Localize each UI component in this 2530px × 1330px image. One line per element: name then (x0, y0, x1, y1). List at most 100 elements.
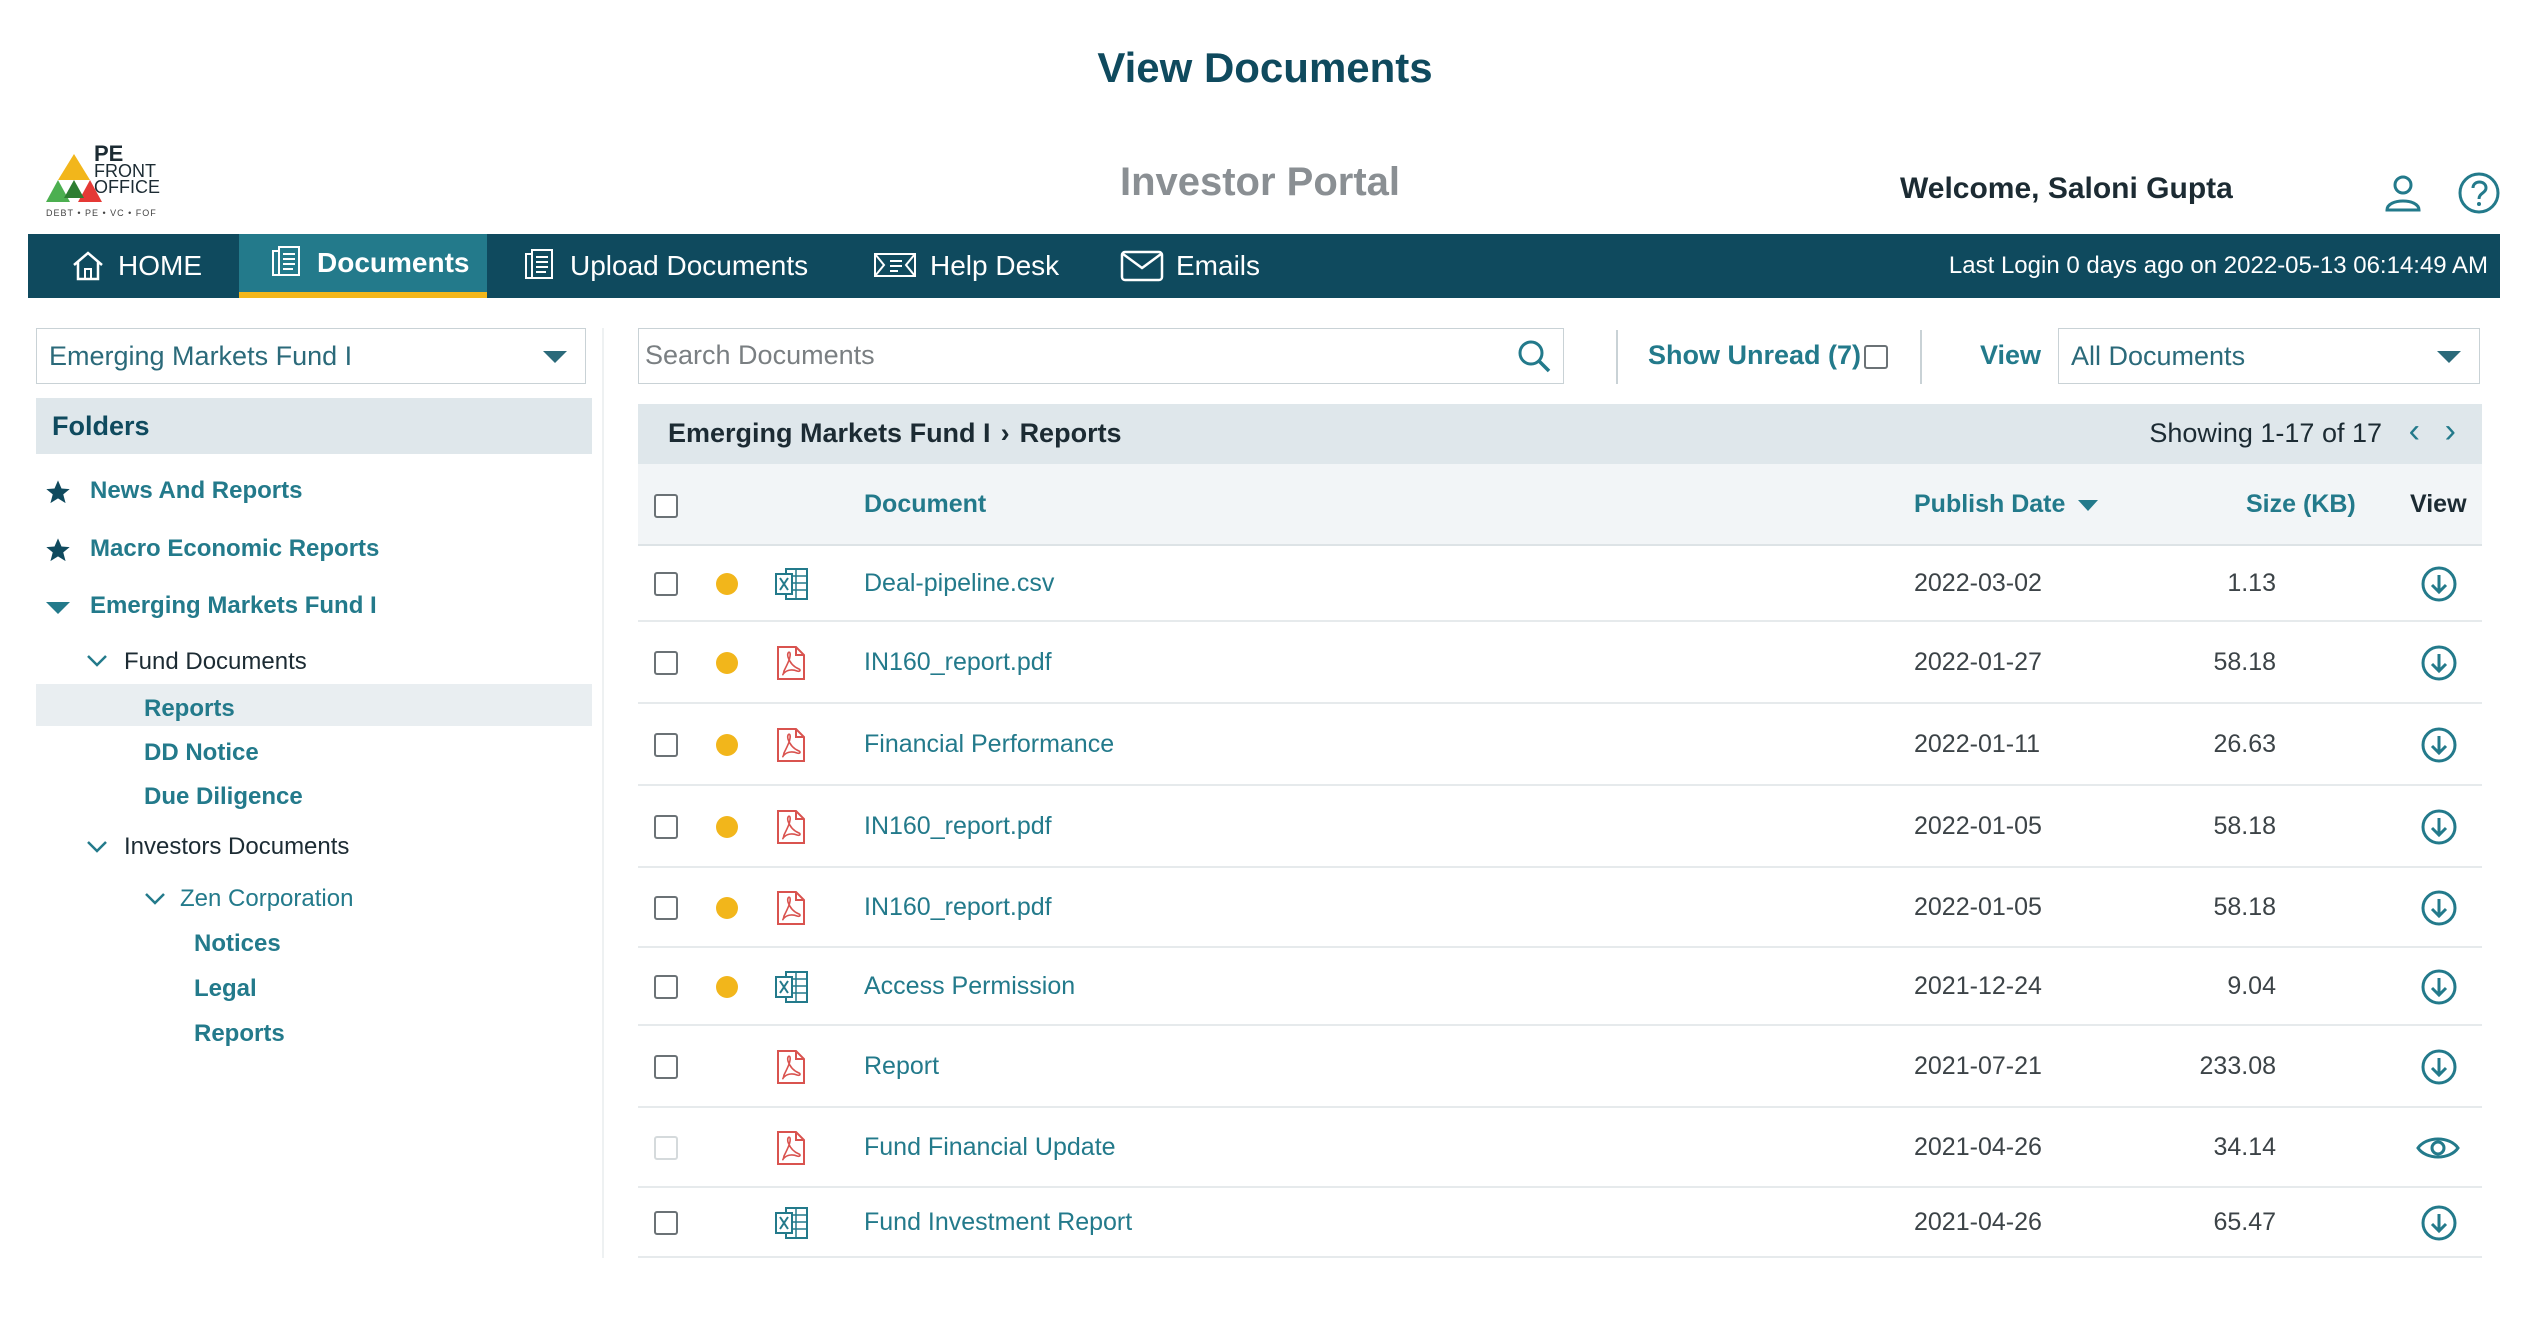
document-name-link[interactable]: Deal-pipeline.csv (864, 569, 1054, 598)
tree-item-notices[interactable]: Notices (194, 930, 281, 958)
file-size: 9.04 (2227, 972, 2276, 1000)
column-size[interactable]: Size (KB) (2246, 490, 2356, 519)
document-name-link[interactable]: Fund Investment Report (864, 1208, 1132, 1237)
nav-emails-label: Emails (1176, 250, 1261, 281)
row-checkbox[interactable] (654, 733, 678, 757)
star-icon (46, 538, 70, 562)
document-name-link[interactable]: Fund Financial Update (864, 1133, 1116, 1162)
breadcrumb-bar: Emerging Markets Fund I › Reports Showing … (638, 404, 2482, 464)
row-checkbox[interactable] (654, 572, 678, 596)
tree-item-investors-documents[interactable]: Investors Documents (124, 833, 349, 861)
tree-item-dd-notice[interactable]: DD Notice (144, 739, 259, 767)
toolbar-divider (1616, 330, 1618, 384)
tree-item-news-and-reports[interactable]: News And Reports (90, 477, 302, 505)
document-name-link[interactable]: IN160_report.pdf (864, 648, 1052, 677)
unread-dot (716, 816, 738, 838)
download-icon[interactable] (2420, 1048, 2458, 1091)
download-icon[interactable] (2420, 565, 2458, 608)
caret-down-icon[interactable] (46, 600, 70, 616)
caret-down-icon (2437, 351, 2461, 363)
tree-item-fund-documents[interactable]: Fund Documents (124, 648, 307, 676)
download-icon[interactable] (2420, 726, 2458, 769)
table-row[interactable]: Fund Investment Report 2021-04-26 65.47 (638, 1188, 2482, 1258)
file-size: 34.14 (2213, 1133, 2276, 1161)
help-icon[interactable] (2456, 170, 2502, 216)
document-name-link[interactable]: Report (864, 1052, 939, 1081)
download-icon[interactable] (2420, 968, 2458, 1011)
fund-select[interactable]: Emerging Markets Fund I (36, 328, 586, 384)
pe-front-office-logo[interactable]: PE FRONT OFFICE DEBT • PE • VC • FOF (46, 143, 206, 226)
breadcrumb-fund[interactable]: Emerging Markets Fund I (668, 418, 991, 448)
row-checkbox[interactable] (654, 815, 678, 839)
publish-date: 2021-04-26 (1914, 1133, 2042, 1161)
table-row[interactable]: Financial Performance 2022-01-11 26.63 (638, 704, 2482, 786)
star-icon (46, 480, 70, 504)
column-view: View (2410, 490, 2467, 518)
show-unread-label[interactable]: Show Unread (7) (1648, 340, 1861, 371)
row-checkbox[interactable] (654, 975, 678, 999)
row-checkbox[interactable] (654, 1211, 678, 1235)
tree-item-reports[interactable]: Reports (194, 1020, 285, 1048)
table-row[interactable]: Access Permission 2021-12-24 9.04 (638, 948, 2482, 1026)
pdf-file-icon (774, 809, 808, 850)
eye-icon[interactable] (2416, 1132, 2460, 1169)
row-checkbox[interactable] (654, 651, 678, 675)
chevron-down-icon[interactable] (86, 654, 108, 668)
download-icon[interactable] (2420, 808, 2458, 851)
next-page-icon[interactable]: › (2445, 414, 2456, 448)
publish-date: 2021-12-24 (1914, 972, 2042, 1000)
tree-item-emerging-markets-fund[interactable]: Emerging Markets Fund I (90, 592, 377, 620)
publish-date: 2022-01-05 (1914, 893, 2042, 921)
download-icon[interactable] (2420, 1204, 2458, 1247)
nav-home[interactable]: HOME (70, 234, 202, 298)
row-checkbox[interactable] (654, 1055, 678, 1079)
nav-upload-documents-label: Upload Documents (570, 250, 809, 281)
document-name-link[interactable]: Financial Performance (864, 730, 1114, 759)
nav-emails[interactable]: Emails (1120, 234, 1260, 298)
table-header: Document Publish Date Size (KB) View (638, 464, 2482, 546)
download-icon[interactable] (2420, 644, 2458, 687)
tree-item-due-diligence[interactable]: Due Diligence (144, 783, 303, 811)
table-row[interactable]: Report 2021-07-21 233.08 (638, 1026, 2482, 1108)
nav-help-desk[interactable]: Help Desk (872, 234, 1059, 298)
search-icon[interactable] (1515, 337, 1553, 375)
select-all-checkbox[interactable] (654, 494, 678, 518)
nav-upload-documents[interactable]: Upload Documents (522, 234, 808, 298)
user-icon[interactable] (2380, 170, 2426, 216)
table-row[interactable]: IN160_report.pdf 2022-01-27 58.18 (638, 622, 2482, 704)
row-checkbox[interactable] (654, 896, 678, 920)
document-name-link[interactable]: Access Permission (864, 972, 1075, 1001)
tree-item-macro-economic-reports[interactable]: Macro Economic Reports (90, 535, 379, 563)
chevron-down-icon[interactable] (86, 840, 108, 854)
document-name-link[interactable]: IN160_report.pdf (864, 812, 1052, 841)
table-row[interactable]: Deal-pipeline.csv 2022-03-02 1.13 (638, 546, 2482, 622)
pdf-file-icon (774, 1049, 808, 1090)
tree-item-zen-corporation[interactable]: Zen Corporation (180, 885, 353, 913)
nav-documents[interactable]: Documents (239, 234, 487, 298)
view-select[interactable]: All Documents (2058, 328, 2480, 384)
tree-item-reports-selected[interactable]: Reports (144, 695, 235, 723)
documents-icon (272, 246, 300, 276)
row-checkbox[interactable] (654, 1136, 678, 1160)
unread-dot (716, 652, 738, 674)
table-row[interactable]: IN160_report.pdf 2022-01-05 58.18 (638, 868, 2482, 948)
table-row[interactable]: IN160_report.pdf 2022-01-05 58.18 (638, 786, 2482, 868)
pdf-file-icon (774, 1130, 808, 1171)
chevron-down-icon[interactable] (144, 892, 166, 906)
document-name-link[interactable]: IN160_report.pdf (864, 893, 1052, 922)
excel-file-icon (774, 566, 810, 607)
publish-date: 2022-01-27 (1914, 648, 2042, 676)
tree-item-legal[interactable]: Legal (194, 975, 257, 1003)
portal-title: Investor Portal (1119, 160, 1401, 204)
sort-desc-icon[interactable] (2076, 498, 2100, 514)
column-document[interactable]: Document (864, 490, 986, 519)
logo-line3: OFFICE (94, 177, 160, 197)
download-icon[interactable] (2420, 889, 2458, 932)
prev-page-icon[interactable]: ‹ (2409, 414, 2420, 448)
pdf-file-icon (774, 645, 808, 686)
table-row[interactable]: Fund Financial Update 2021-04-26 34.14 (638, 1108, 2482, 1188)
column-publish-date[interactable]: Publish Date (1914, 490, 2065, 519)
show-unread-checkbox[interactable] (1864, 345, 1888, 369)
search-input[interactable] (643, 329, 1467, 381)
toolbar-divider (1920, 330, 1922, 384)
